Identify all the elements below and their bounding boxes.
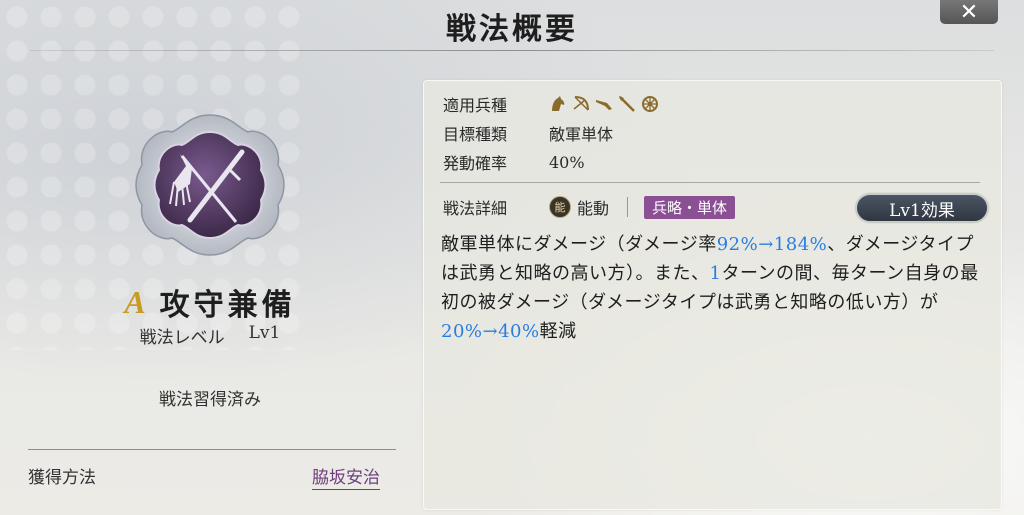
wheel-icon — [641, 95, 659, 113]
rate-label: 発動確率 — [443, 154, 508, 173]
detail-separator — [627, 197, 629, 217]
skill-name-row: A 攻守兼備 — [0, 280, 420, 324]
skill-tag: 兵略・単体 — [644, 195, 736, 219]
level-effect-button[interactable]: Lv1効果 — [856, 194, 988, 222]
acquire-label: 獲得方法 — [28, 468, 96, 488]
skill-description: 敵軍単体にダメージ（ダメージ率92%→184%、ダメージタイプは武勇と知略の高い… — [441, 230, 981, 346]
left-divider — [28, 449, 396, 450]
title-bar: 戦法概要 — [0, 0, 1024, 50]
level-effect-label: Lv1効果 — [889, 200, 955, 221]
sword-and-whisk-icon — [135, 114, 285, 256]
title-divider — [30, 50, 994, 51]
acquire-source-link[interactable]: 脇坂安治 — [312, 463, 380, 490]
detail-label: 戦法詳細 — [443, 199, 508, 218]
close-button[interactable]: ✕ — [940, 0, 998, 25]
bow-icon — [572, 95, 590, 113]
page-title: 戦法概要 — [446, 12, 578, 47]
desc-value-2: 1 — [709, 263, 722, 284]
cavalry-icon — [549, 95, 567, 113]
rate-row: 発動確率 40% — [443, 150, 585, 174]
troop-icons — [549, 95, 659, 113]
skill-level-label: 戦法レベル — [139, 328, 225, 348]
skill-name: 攻守兼備 — [159, 288, 296, 323]
active-type-icon: 能 — [549, 196, 571, 218]
active-type-label: 能動 — [577, 199, 610, 218]
gun-icon — [595, 95, 613, 113]
spear-icon — [618, 95, 636, 113]
skill-level-value: Lv1 — [248, 323, 281, 343]
target-label: 目標種類 — [443, 125, 508, 144]
target-value: 敵軍単体 — [549, 125, 614, 144]
target-row: 目標種類 敵軍単体 — [443, 121, 613, 145]
skill-level-row: 戦法レベル Lv1 — [0, 323, 420, 348]
learned-status: 戦法習得済み — [159, 390, 261, 410]
troop-row: 適用兵種 — [443, 92, 659, 116]
desc-text-4: 軽減 — [539, 321, 577, 342]
rate-value: 40% — [549, 152, 585, 172]
close-icon: ✕ — [959, 0, 979, 25]
detail-row: 戦法詳細 能 能動 兵略・単体 — [443, 195, 736, 219]
info-divider — [440, 182, 980, 183]
desc-value-1: 92%→184% — [716, 234, 828, 255]
troop-label: 適用兵種 — [443, 96, 508, 115]
desc-text-1: 敵軍単体にダメージ（ダメージ率 — [441, 234, 717, 255]
skill-emblem — [130, 110, 290, 260]
skill-grade: A — [124, 283, 146, 320]
desc-value-3: 20%→40% — [441, 321, 540, 342]
